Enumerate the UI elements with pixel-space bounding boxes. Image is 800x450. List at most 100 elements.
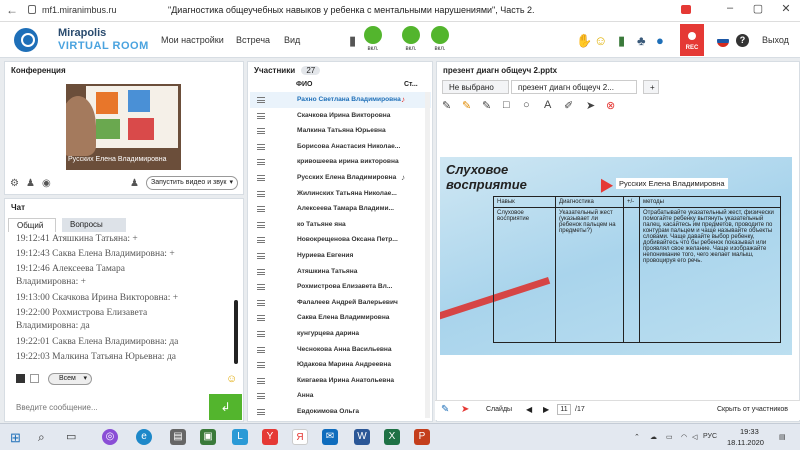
menu-icon[interactable] bbox=[257, 143, 265, 150]
camera-button[interactable] bbox=[402, 26, 420, 44]
menu-icon[interactable] bbox=[257, 190, 265, 197]
menu-icon[interactable] bbox=[257, 128, 265, 135]
participant-row[interactable]: Новокрещенова Оксана Петр... bbox=[250, 232, 431, 248]
menu-icon[interactable] bbox=[257, 409, 265, 415]
participant-row[interactable]: кунгурцева дарина bbox=[250, 326, 431, 342]
participant-row[interactable]: Юдакова Марина Андреевна bbox=[250, 357, 431, 373]
marker-icon[interactable]: ✎ bbox=[462, 99, 471, 112]
help-icon[interactable]: ? bbox=[736, 34, 749, 47]
emoji-icon[interactable]: ☺ bbox=[594, 33, 607, 48]
participant-row[interactable]: Рохмистрова Елизавета Вл... bbox=[250, 279, 431, 295]
onedrive-icon[interactable]: ☁ bbox=[650, 433, 657, 441]
tab-not-selected[interactable]: Не выбрано bbox=[442, 80, 509, 94]
video-person-icon[interactable]: ♟ bbox=[26, 178, 35, 189]
tab-presentation[interactable]: презент диагн общеуч 2... bbox=[511, 80, 637, 94]
tab-questions[interactable]: Вопросы bbox=[62, 218, 126, 232]
start-video-dropdown[interactable]: Запустить видео и звук ▾ bbox=[146, 176, 238, 190]
browser-url[interactable]: mf1.miranimbus.ru bbox=[42, 5, 117, 15]
participant-row[interactable]: Кивгаева Ирина Анатольевна bbox=[250, 373, 431, 389]
back-arrow-icon[interactable]: ← bbox=[6, 3, 18, 17]
tray-chevron-icon[interactable]: ⌃ bbox=[634, 433, 640, 441]
wifi-icon[interactable]: ◠ bbox=[681, 433, 687, 441]
pointer-icon[interactable]: ➤ bbox=[586, 99, 595, 112]
powerpoint-icon[interactable]: P bbox=[414, 429, 430, 445]
menu-icon[interactable] bbox=[257, 315, 265, 322]
yandex-browser-icon[interactable]: Y bbox=[262, 429, 278, 445]
search-icon[interactable]: ⌕ bbox=[38, 430, 45, 445]
files-icon[interactable]: ▤ bbox=[170, 429, 186, 445]
microphone-button[interactable] bbox=[364, 26, 382, 44]
slides-label[interactable]: Слайды bbox=[486, 406, 512, 413]
mail-icon[interactable]: ✉ bbox=[322, 429, 338, 445]
bg-color-icon[interactable] bbox=[30, 374, 39, 383]
participant-row[interactable]: Борисова Анастасия Николае... bbox=[250, 139, 431, 155]
tab-add[interactable]: + bbox=[643, 80, 659, 94]
chat-message-input[interactable] bbox=[8, 394, 212, 420]
video-record-icon[interactable]: ◉ bbox=[42, 178, 51, 189]
participant-row[interactable]: Фалалеев Андрей Валерьевич bbox=[250, 295, 431, 311]
text-color-icon[interactable] bbox=[16, 374, 25, 383]
screen-share-button[interactable] bbox=[431, 26, 449, 44]
participants-icon[interactable]: ● bbox=[656, 33, 664, 48]
store-icon[interactable]: ▣ bbox=[200, 429, 216, 445]
alice-icon[interactable]: ◎ bbox=[102, 429, 118, 445]
clear-icon[interactable]: ⊗ bbox=[606, 99, 615, 112]
participant-row[interactable]: Жилинских Татьяна Николае... bbox=[250, 186, 431, 202]
text-icon[interactable]: A bbox=[544, 99, 551, 111]
notifications-icon[interactable]: ▤ bbox=[779, 433, 786, 441]
col-status-header[interactable]: Ст... bbox=[404, 81, 418, 88]
participant-row[interactable]: кривошеева ирина викторовна bbox=[250, 154, 431, 170]
russian-flag-icon[interactable] bbox=[717, 35, 729, 47]
menu-icon[interactable] bbox=[257, 346, 265, 353]
exit-button[interactable]: Выход bbox=[762, 35, 789, 45]
tab-general[interactable]: Общий bbox=[8, 218, 56, 232]
prev-slide-icon[interactable]: ◀ bbox=[526, 405, 532, 414]
col-name-header[interactable]: ФИО bbox=[296, 81, 312, 88]
excel-icon[interactable]: X bbox=[384, 429, 400, 445]
send-button[interactable]: ↲ bbox=[209, 394, 242, 420]
menu-my-settings[interactable]: Мои настройки bbox=[161, 35, 224, 45]
menu-icon[interactable] bbox=[257, 331, 265, 337]
menu-icon[interactable] bbox=[257, 299, 265, 306]
menu-icon[interactable] bbox=[257, 362, 265, 369]
menu-meeting[interactable]: Встреча bbox=[236, 35, 270, 45]
word-icon[interactable]: W bbox=[354, 429, 370, 445]
windows-start-icon[interactable]: ⊞ bbox=[10, 430, 21, 446]
participants-scrollbar[interactable] bbox=[425, 92, 430, 418]
participant-row[interactable]: Русских Елена Владимировна ♪ bbox=[250, 170, 431, 186]
clock-date[interactable]: 18.11.2020 bbox=[727, 438, 764, 447]
battery-icon[interactable]: ▭ bbox=[666, 433, 673, 441]
menu-icon[interactable] bbox=[257, 393, 265, 400]
participant-row[interactable]: Евдокимова Ольга bbox=[250, 404, 431, 420]
participant-row[interactable]: ко Татьяне яна bbox=[250, 217, 431, 233]
speaker-icon[interactable]: ▮ bbox=[349, 33, 356, 49]
edge-icon[interactable]: e bbox=[136, 429, 152, 445]
participant-row[interactable]: Саква Елена Владимировна bbox=[250, 310, 431, 326]
participant-row[interactable]: Анна bbox=[250, 388, 431, 404]
video-settings-icon[interactable]: ⚙ bbox=[10, 178, 19, 189]
menu-icon[interactable] bbox=[257, 175, 265, 181]
menu-icon[interactable] bbox=[257, 206, 265, 213]
participant-row[interactable]: Атяшкина Татьяна bbox=[250, 264, 431, 280]
circle-icon[interactable]: ○ bbox=[523, 99, 530, 111]
close-icon[interactable]: ✕ bbox=[774, 2, 798, 18]
participant-row[interactable]: Алексеева Тамара Владими... bbox=[250, 201, 431, 217]
task-view-icon[interactable]: ▭ bbox=[66, 430, 76, 443]
maximize-icon[interactable]: ▢ bbox=[746, 2, 770, 18]
paint-icon[interactable]: ✐ bbox=[564, 99, 573, 112]
keyboard-lang[interactable]: РУС bbox=[703, 433, 717, 440]
menu-icon[interactable] bbox=[257, 284, 265, 291]
participant-row[interactable]: Нуриева Евгения bbox=[250, 248, 431, 264]
menu-view[interactable]: Вид bbox=[284, 35, 300, 45]
cursor-tool-icon[interactable]: ➤ bbox=[461, 404, 469, 415]
hide-from-participants[interactable]: Скрыть от участников bbox=[717, 406, 788, 413]
menu-icon[interactable] bbox=[257, 159, 265, 166]
record-button[interactable]: REC bbox=[680, 24, 704, 56]
menu-icon[interactable] bbox=[257, 268, 265, 275]
rectangle-icon[interactable]: □ bbox=[503, 99, 510, 111]
app-l-icon[interactable]: L bbox=[232, 429, 248, 445]
minimize-icon[interactable]: – bbox=[718, 2, 742, 18]
emoji-icon[interactable]: ☺ bbox=[226, 373, 237, 385]
raise-hand-icon[interactable]: ✋ bbox=[576, 33, 592, 49]
tree-icon[interactable]: ♣ bbox=[637, 33, 646, 48]
